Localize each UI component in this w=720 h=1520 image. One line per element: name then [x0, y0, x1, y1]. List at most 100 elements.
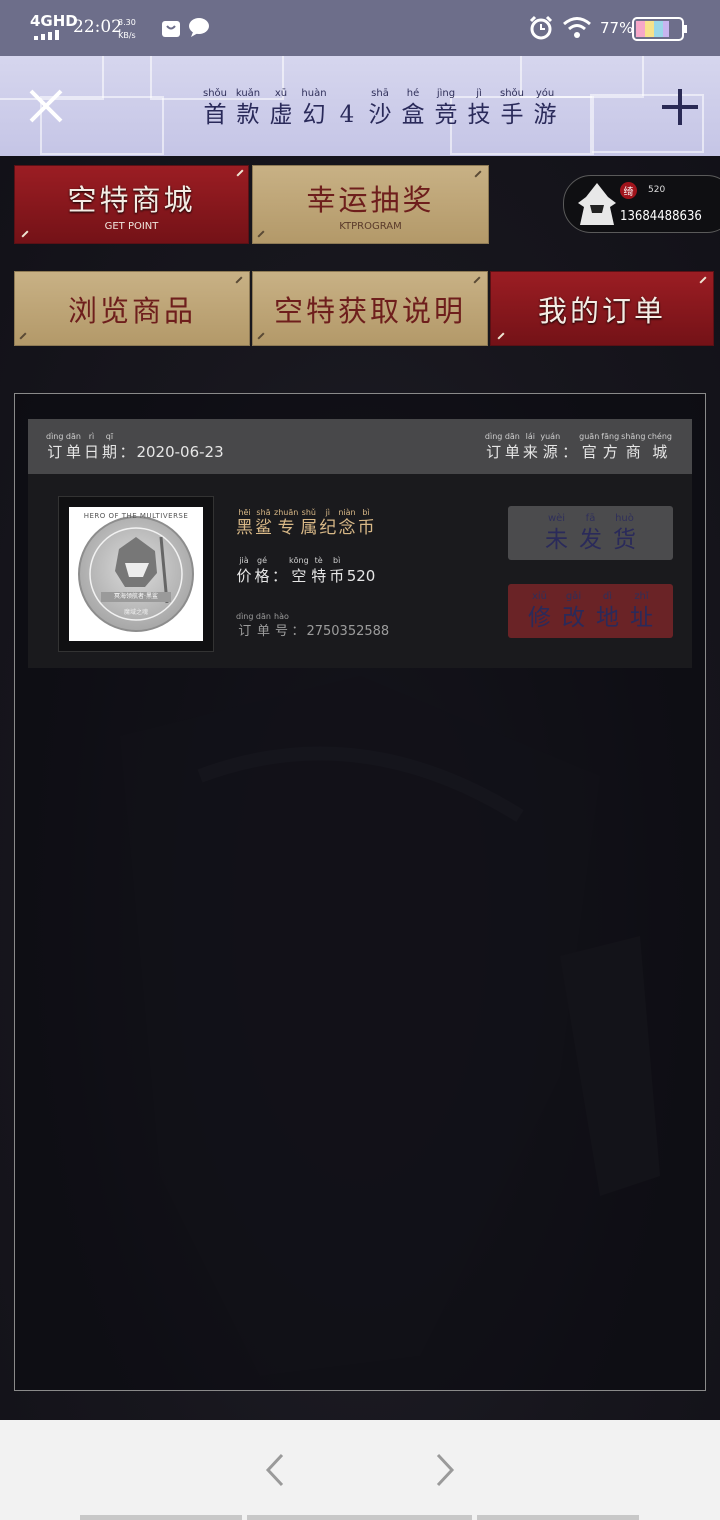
- order-source-label: dìng 订 dān 单 lái 来 yuán 源: [485, 432, 560, 462]
- hanzi: 订: [47, 443, 63, 461]
- ruby-char: tè 特: [311, 556, 327, 586]
- browse-products-button[interactable]: 浏览商品: [14, 271, 250, 346]
- pinyin: fā: [585, 513, 596, 524]
- product-name: hēi 黑 shā 鲨 zhuān 专 shǔ 属 jì 纪 niàn 念 bì 币: [236, 508, 375, 538]
- hanzi: 虚: [269, 102, 293, 128]
- hanzi: 日: [83, 443, 99, 461]
- wifi-icon: [563, 17, 591, 38]
- hanzi: 幻: [302, 102, 326, 128]
- lottery-button-label: 幸运抽奖: [306, 183, 435, 217]
- corner-mark: [473, 276, 481, 284]
- hanzi: 官: [581, 443, 597, 461]
- price-label: jià 价 gé 格: [236, 556, 270, 586]
- hanzi: 发: [579, 527, 602, 553]
- ruby-char: wèi 未: [542, 512, 572, 554]
- pinyin: shǔ: [301, 508, 316, 517]
- system-nav-bar[interactable]: [80, 1515, 242, 1520]
- hanzi: 源: [542, 443, 558, 461]
- ruby-char: gǎi 改: [559, 590, 589, 632]
- not-shipped-button[interactable]: wèi 未 fā 发 huò 货: [508, 506, 673, 560]
- speed-value: 3.30: [118, 18, 136, 27]
- ruby-char: zhǐ 址: [627, 590, 657, 632]
- hanzi: 单: [65, 443, 81, 461]
- pinyin: kuǎn: [235, 88, 261, 99]
- ruby-char: bì 币: [358, 508, 375, 538]
- my-orders-button[interactable]: 我的订单: [490, 271, 714, 346]
- hanzi: 改: [562, 605, 585, 631]
- user-badge[interactable]: 绮 520 13684488636: [563, 175, 720, 233]
- hanzi: 首: [203, 102, 227, 128]
- order-source: dìng 订 dān 单 lái 来 yuán 源 ： guān 官 fāng 方 shāng 商 ché…: [485, 432, 672, 462]
- colon: ：: [291, 624, 305, 639]
- hanzi: 订: [486, 443, 502, 461]
- pinyin: bì: [362, 508, 370, 517]
- user-score: 520: [648, 185, 666, 195]
- pinyin: shā: [371, 88, 389, 99]
- shop-button[interactable]: 空特商城 GET POINT: [14, 165, 249, 244]
- lottery-button[interactable]: 幸运抽奖 KTPROGRAM: [252, 165, 489, 244]
- hanzi: 订: [238, 624, 252, 639]
- system-nav-bar[interactable]: [477, 1515, 639, 1520]
- hanzi: 方: [602, 443, 618, 461]
- ruby-char: shā 鲨: [255, 508, 272, 538]
- ruby-char: yuán 源: [540, 432, 560, 462]
- ruby-char: bì 币: [329, 556, 345, 586]
- ruby-char: shāng 商: [621, 432, 645, 462]
- pinyin: jià: [239, 556, 249, 565]
- ruby-char: shǒu 手: [497, 87, 527, 129]
- pinyin: hào: [274, 612, 289, 621]
- order-date-value: 2020-06-23: [136, 443, 224, 461]
- ruby-char: xiū 修: [525, 590, 555, 632]
- hanzi: 属: [300, 518, 318, 538]
- corner-mark: [699, 276, 707, 284]
- message-icon: [189, 18, 209, 37]
- hanzi: 号: [274, 624, 288, 639]
- ruby-char: dìng 订: [485, 432, 502, 462]
- pinyin: zhǐ: [634, 591, 649, 602]
- user-phone: 13684488636: [620, 209, 702, 224]
- status-bar: 4GHD 22:02 3.30 KB/s 77%: [0, 0, 720, 56]
- signal-icon: [34, 30, 59, 40]
- system-nav-bar[interactable]: [247, 1515, 472, 1520]
- close-icon[interactable]: [28, 88, 64, 124]
- ruby-char: jìng 竞: [431, 87, 461, 129]
- pinyin: rì: [88, 432, 95, 441]
- chevron-right-icon[interactable]: [432, 1452, 458, 1488]
- hanzi: 纪: [319, 518, 337, 538]
- ruby-char: hào 号: [273, 612, 289, 642]
- price-currency: kōng 空 tè 特 bì 币: [289, 556, 345, 586]
- network-speed: 3.30 KB/s: [118, 16, 136, 42]
- pinyin: jì: [325, 508, 331, 517]
- ruby-char: chéng 城: [647, 432, 672, 462]
- ruby-char: shā 沙: [365, 87, 395, 129]
- pinyin: huò: [615, 513, 634, 524]
- pinyin: xiū: [531, 591, 548, 602]
- hanzi: 地: [596, 605, 619, 631]
- hanzi: 修: [528, 605, 551, 631]
- ruby-char: xū 虚: [266, 87, 296, 129]
- pinyin: shǒu: [499, 88, 524, 99]
- order-source-value: guān 官 fāng 方 shāng 商 chéng 城: [579, 432, 672, 462]
- hanzi: 技: [467, 102, 491, 128]
- browse-products-label: 浏览商品: [67, 293, 196, 328]
- corner-mark: [257, 332, 265, 340]
- plus-icon[interactable]: [661, 88, 699, 126]
- points-instructions-button[interactable]: 空特获取说明: [252, 271, 488, 346]
- pinyin: jìng: [436, 88, 456, 99]
- my-orders-label: 我的订单: [537, 293, 666, 328]
- ruby-char: shǔ 属: [300, 508, 317, 538]
- edit-address-button[interactable]: xiū 修 gǎi 改 dì 地 zhǐ 址: [508, 584, 673, 638]
- shop-button-label: 空特商城: [67, 183, 196, 217]
- hanzi: 币: [329, 567, 345, 585]
- chevron-left-icon[interactable]: [262, 1452, 288, 1488]
- speed-unit: KB/s: [118, 31, 136, 40]
- pinyin: dìng: [236, 612, 254, 621]
- hanzi: 4: [339, 102, 355, 128]
- network-type: 4GHD: [30, 12, 78, 30]
- product-price: jià 价 gé 格 ： kōng 空 tè 特 bì 币 520: [236, 556, 375, 586]
- pinyin: huàn: [301, 88, 327, 99]
- commemorative-coin-icon: [78, 516, 194, 632]
- pinyin: kōng: [289, 556, 309, 565]
- ruby-char: dān 单: [504, 432, 520, 462]
- ruby-char: dān 单: [65, 432, 81, 462]
